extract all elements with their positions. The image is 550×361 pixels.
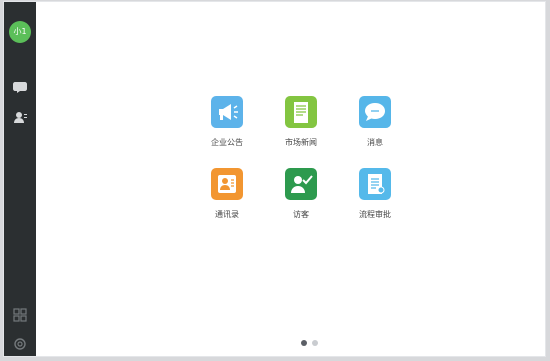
apps-grid-icon[interactable] [12,307,28,323]
chat-bubble-icon [359,96,391,128]
contacts-icon[interactable] [12,110,28,126]
app-address-book[interactable]: 通讯录 [188,168,266,220]
app-label: 企业公告 [211,138,243,147]
app-label: 访客 [293,210,309,219]
main-content: 企业公告 市场新闻 消息 通讯录 访客 流程审批 [36,2,545,356]
app-market-news[interactable]: 市场新闻 [262,96,340,148]
app-visitor[interactable]: 访客 [262,168,340,220]
app-label: 消息 [367,138,383,147]
visitor-icon [285,168,317,200]
settings-icon[interactable] [12,336,28,352]
megaphone-icon [211,96,243,128]
sidebar: 小1 [4,2,36,356]
page-dot-inactive[interactable] [312,340,318,346]
approval-document-icon [359,168,391,200]
address-book-icon [211,168,243,200]
app-label: 流程审批 [359,210,391,219]
app-label: 通讯录 [215,210,239,219]
app-messages[interactable]: 消息 [336,96,414,148]
app-process-approval[interactable]: 流程审批 [336,168,414,220]
newspaper-icon [285,96,317,128]
app-enterprise-notice[interactable]: 企业公告 [188,96,266,148]
app-window: 小1 企业公告 市场新闻 消息 通讯录 访客 流程审批 [3,1,546,357]
chat-icon[interactable] [12,79,28,95]
app-label: 市场新闻 [285,138,317,147]
page-dot-active[interactable] [301,340,307,346]
avatar[interactable]: 小1 [9,21,31,43]
page-indicator [301,340,321,346]
